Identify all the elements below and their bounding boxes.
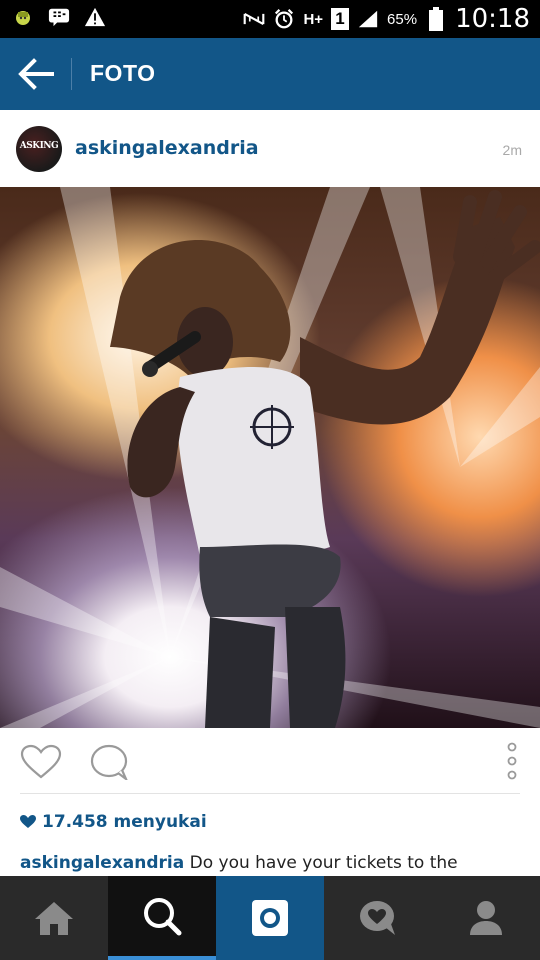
caption-username[interactable]: askingalexandria xyxy=(20,853,184,873)
page-title: FOTO xyxy=(90,60,156,86)
likes-text: 17.458 menyukai xyxy=(42,812,207,832)
comment-bubble-icon xyxy=(90,744,129,783)
tab-search[interactable] xyxy=(108,876,216,960)
post-time-ago: 2m xyxy=(502,142,522,158)
home-icon xyxy=(35,902,73,935)
search-icon xyxy=(144,898,182,936)
avatar-logo-text: ASKING xyxy=(19,141,59,151)
actions-divider xyxy=(20,793,520,794)
post-photo[interactable] xyxy=(0,187,540,728)
tab-home[interactable] xyxy=(0,876,108,960)
bottom-tab-bar xyxy=(0,876,540,960)
post-caption: askingalexandria Do you have your ticket… xyxy=(20,853,458,873)
system-icons: H+ 1 65% 10:18 xyxy=(243,4,530,34)
camera-icon xyxy=(252,900,288,936)
more-options-button[interactable] xyxy=(500,742,524,782)
activity-icon xyxy=(360,901,395,935)
caption-text: Do you have your tickets to the xyxy=(189,853,458,873)
alarm-icon xyxy=(273,8,295,30)
nfc-mute-icon xyxy=(243,8,265,30)
warning-icon xyxy=(84,6,106,28)
back-button[interactable] xyxy=(16,56,56,92)
sim-slot-badge: 1 xyxy=(331,8,350,30)
battery-percent: 65% xyxy=(387,10,418,28)
post-username[interactable]: askingalexandria xyxy=(75,137,259,159)
comment-button[interactable] xyxy=(88,744,130,783)
concert-photo-image xyxy=(0,187,540,728)
app-bar: FOTO xyxy=(0,38,540,110)
app-bar-divider xyxy=(71,58,72,90)
status-bar: H+ 1 65% 10:18 xyxy=(0,0,540,38)
back-arrow-icon xyxy=(18,58,54,90)
tab-camera[interactable] xyxy=(216,876,324,960)
network-type-label: H+ xyxy=(303,10,324,28)
signal-icon xyxy=(357,8,379,30)
likes-count[interactable]: 17.458 menyukai xyxy=(20,812,207,832)
battery-icon xyxy=(425,7,447,31)
heart-outline-icon xyxy=(20,744,62,779)
bbm-icon xyxy=(48,6,70,28)
post-actions xyxy=(0,728,540,794)
profile-icon xyxy=(470,901,502,935)
like-button[interactable] xyxy=(20,744,62,780)
heart-filled-icon xyxy=(20,815,36,828)
post-header: ASKING askingalexandria 2m xyxy=(0,110,540,187)
notification-icons xyxy=(12,6,106,28)
avatar[interactable]: ASKING xyxy=(16,126,62,172)
tab-activity[interactable] xyxy=(324,876,432,960)
tab-profile[interactable] xyxy=(432,876,540,960)
more-vertical-icon xyxy=(507,742,517,780)
android-debug-icon xyxy=(12,6,34,28)
clock: 10:18 xyxy=(455,4,530,34)
